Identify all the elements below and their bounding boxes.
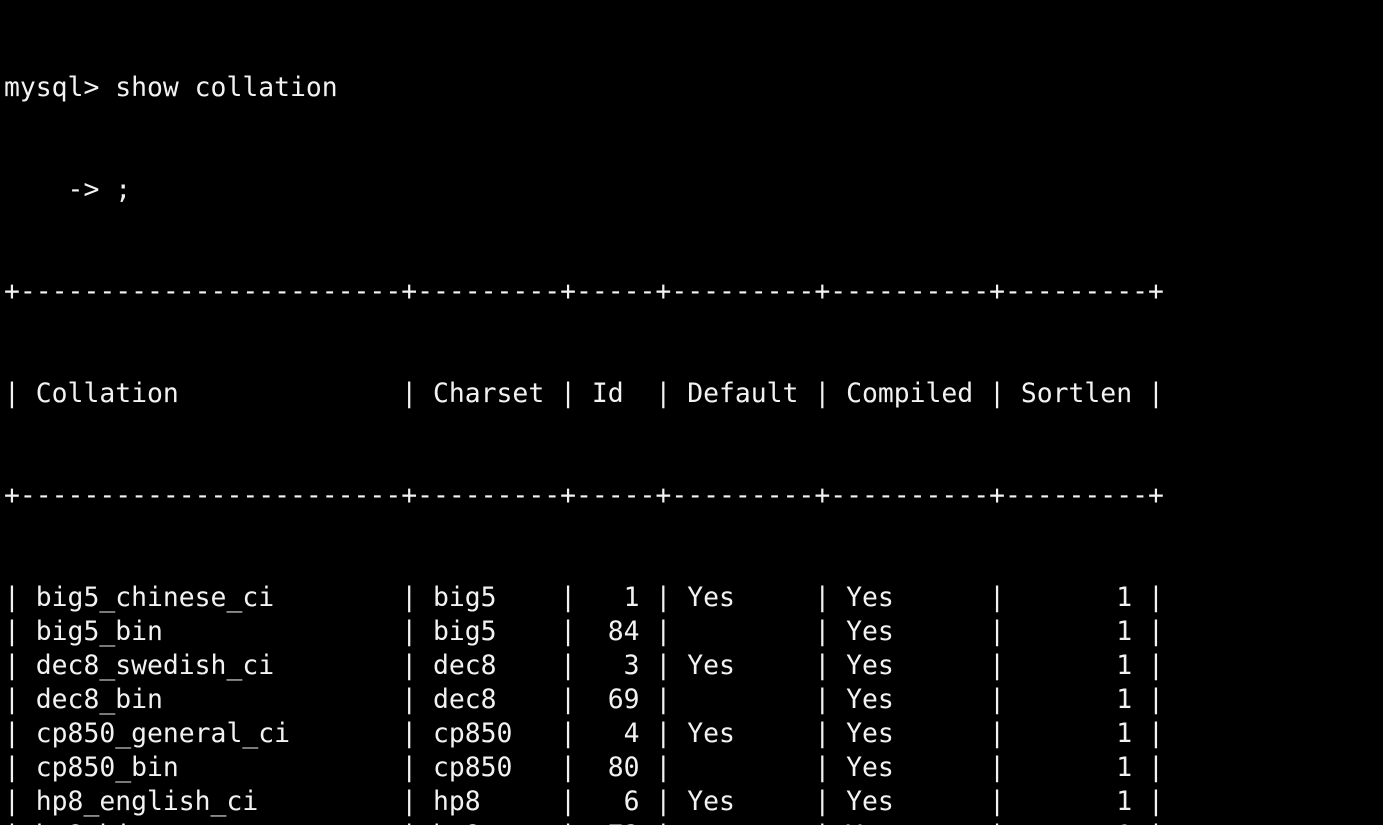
table-body: | big5_chinese_ci | big5 | 1 | Yes | Yes…	[4, 581, 1383, 825]
table-row: | hp8_bin | hp8 | 72 | | Yes | 1 |	[4, 819, 1383, 825]
table-header-separator: +------------------------+---------+----…	[4, 480, 1164, 511]
table-row: | big5_bin | big5 | 84 | | Yes | 1 |	[4, 616, 1164, 647]
table-top-border: +------------------------+---------+----…	[4, 276, 1164, 307]
command-line-1: mysql> show collation	[4, 72, 338, 103]
table-row: | dec8_swedish_ci | dec8 | 3 | Yes | Yes…	[4, 650, 1164, 681]
table-header-row: | Collation | Charset | Id | Default | C…	[4, 378, 1164, 409]
command-line-2: -> ;	[4, 174, 132, 205]
table-row: | cp850_general_ci | cp850 | 4 | Yes | Y…	[4, 718, 1164, 749]
terminal-screen[interactable]: mysql> show collation -> ; +------------…	[0, 0, 1383, 825]
table-row: | big5_chinese_ci | big5 | 1 | Yes | Yes…	[4, 582, 1164, 613]
table-row: | hp8_english_ci | hp8 | 6 | Yes | Yes |…	[4, 786, 1164, 817]
table-row: | cp850_bin | cp850 | 80 | | Yes | 1 |	[4, 752, 1164, 783]
table-row: | dec8_bin | dec8 | 69 | | Yes | 1 |	[4, 684, 1164, 715]
